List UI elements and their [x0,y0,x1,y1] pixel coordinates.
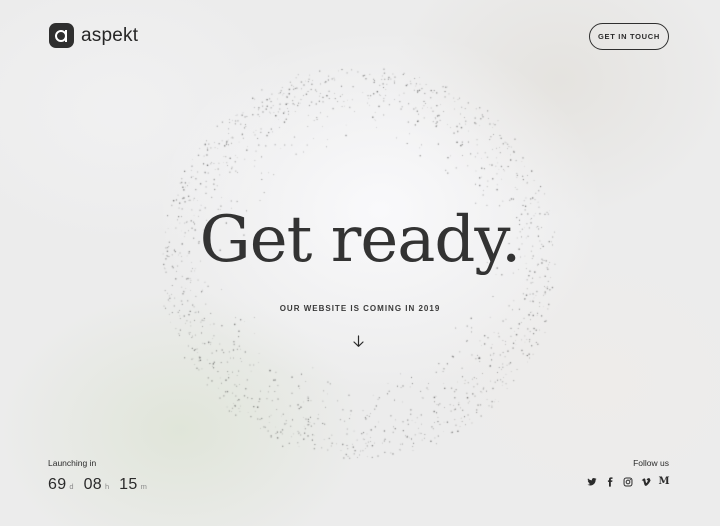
facebook-icon[interactable] [605,477,615,487]
social-links: M [587,477,670,487]
hero-title: Get ready. [199,203,522,277]
countdown-timer: 69 d 08 h 15 m [48,476,157,494]
aspekt-logo-icon [49,23,74,48]
countdown-hours-unit: h [104,482,110,491]
countdown-days-value: 69 [48,476,67,493]
medium-icon[interactable]: M [658,477,669,487]
brand-name: aspekt [81,24,139,46]
twitter-icon[interactable] [587,477,597,487]
countdown-hours: 08 h [84,476,110,494]
instagram-icon[interactable] [623,477,633,487]
brand-logo[interactable]: aspekt [49,23,138,48]
follow-us-label: Follow us [633,458,669,468]
countdown-minutes: 15 m [119,476,147,494]
hero-subtitle: OUR WEBSITE IS COMING IN 2019 [279,304,441,313]
get-in-touch-button[interactable]: GET IN TOUCH [589,23,669,50]
countdown-hours-value: 08 [83,476,102,493]
countdown-days: 69 d [48,476,74,494]
arrow-down-icon[interactable] [352,335,365,348]
countdown-minutes-unit: m [140,482,147,491]
launching-label: Launching in [48,458,97,468]
vimeo-icon[interactable] [641,477,651,487]
countdown-days-unit: d [69,482,74,491]
countdown-minutes-value: 15 [119,476,138,493]
